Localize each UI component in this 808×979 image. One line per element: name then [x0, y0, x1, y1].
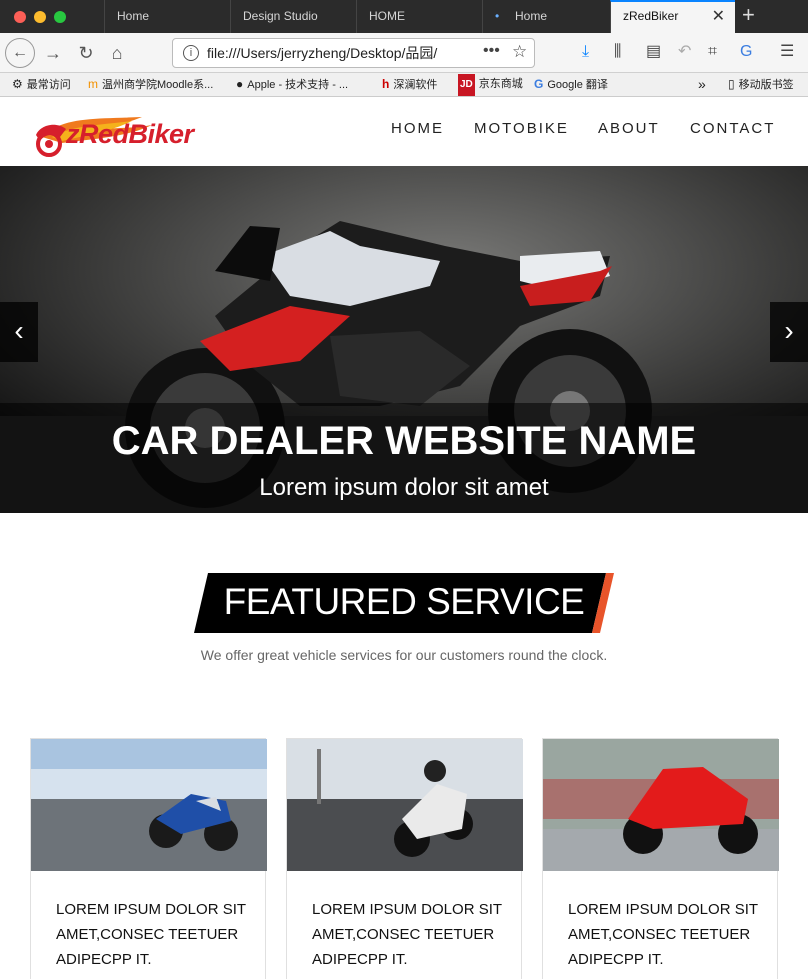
back-button[interactable]: ←	[5, 38, 35, 68]
loading-dot-icon: •	[495, 9, 500, 23]
url-bar[interactable]: i file:///Users/jerryzheng/Desktop/品园/ •…	[172, 38, 535, 68]
card-text: LOREM IPSUM DOLOR SIT AMET,CONSEC TEETUE…	[312, 901, 502, 968]
site-logo[interactable]: zRedBiker	[32, 107, 222, 157]
bookmark-label: 最常访问	[26, 79, 71, 91]
home-button[interactable]: ⌂	[106, 39, 128, 67]
tab-label: zRedBiker	[623, 9, 679, 23]
more-bookmarks-chevron-icon[interactable]: »	[698, 73, 706, 97]
card-image-red-motorcycle	[543, 739, 779, 871]
bookmark-label: 温州商学院Moodle系...	[102, 79, 214, 91]
tab-label: Home	[117, 9, 150, 23]
card-image-blue-motorcycle	[31, 739, 267, 871]
close-tab-icon[interactable]: ✕	[712, 2, 725, 31]
featured-subtitle: We offer great vehicle services for our …	[200, 647, 608, 663]
bookmark-moodle[interactable]: m 温州商学院Moodle系...	[88, 73, 213, 97]
hero-slider: CAR DEALER WEBSITE NAME Lorem ipsum dolo…	[0, 166, 808, 513]
reload-button[interactable]: ↻	[75, 39, 97, 67]
close-window-button[interactable]	[14, 11, 26, 23]
bookmark-apple-support[interactable]: ● Apple - 技术支持 - ...	[236, 73, 348, 97]
logo-text: zRedBiker	[66, 119, 194, 149]
tab-zredbiker[interactable]: zRedBiker ✕	[610, 0, 735, 33]
site-header: zRedBiker HOME MOTOBIKE ABOUT CONTACT	[0, 97, 808, 166]
bookmark-label: 京东商城	[478, 78, 523, 90]
card-text: LOREM IPSUM DOLOR SIT AMET,CONSEC TEETUE…	[568, 901, 758, 968]
new-tab-button[interactable]: +	[742, 4, 755, 26]
gear-icon: ⚙	[12, 77, 23, 91]
browser-chrome: Home Design Studio HOME • Home zRedBiker ✕…	[0, 0, 808, 97]
zoom-window-button[interactable]	[54, 11, 66, 23]
slider-next-button[interactable]: ›	[770, 302, 808, 362]
website-viewport: zRedBiker HOME MOTOBIKE ABOUT CONTACT CA…	[0, 97, 808, 979]
moodle-icon: m	[88, 77, 98, 91]
bookmark-google-translate[interactable]: G Google 翻译	[534, 73, 608, 97]
bookmark-label: Apple - 技术支持 - ...	[247, 79, 349, 91]
menu-icon[interactable]: ☰	[780, 41, 794, 63]
tab-home-3[interactable]: • Home	[482, 0, 610, 33]
nav-motobike[interactable]: MOTOBIKE	[474, 97, 569, 166]
info-icon[interactable]: i	[183, 45, 199, 61]
service-card-1[interactable]: LOREM IPSUM DOLOR SIT AMET,CONSEC TEETUE…	[30, 738, 267, 979]
card-image-white-motorcycle	[287, 739, 523, 871]
library-icon[interactable]: ⫼	[614, 41, 621, 63]
navigation-toolbar: ← → ↻ ⌂ i file:///Users/jerryzheng/Deskt…	[0, 33, 808, 73]
apple-icon: ●	[236, 77, 244, 91]
tab-label: Home	[515, 9, 548, 23]
sidebar-icon[interactable]: ▤	[646, 41, 661, 63]
tab-home-2[interactable]: HOME	[356, 0, 484, 33]
bookmark-star-icon[interactable]: ☆	[512, 42, 527, 62]
page-actions-icon[interactable]: •••	[483, 42, 500, 60]
google-translate-icon: G	[534, 77, 544, 91]
bookmark-srun[interactable]: h 深澜软件	[382, 73, 437, 97]
bookmark-most-visited[interactable]: ⚙ 最常访问	[12, 73, 71, 97]
bookmark-label: 移动版书签	[738, 79, 794, 91]
featured-title: FEATURED SERVICE	[223, 581, 585, 622]
tab-label: HOME	[369, 9, 405, 23]
chevron-right-icon: ›	[784, 315, 794, 346]
service-card-2[interactable]: LOREM IPSUM DOLOR SIT AMET,CONSEC TEETUE…	[286, 738, 523, 979]
bookmarks-bar: ⚙ 最常访问 m 温州商学院Moodle系... ● Apple - 技术支持 - .…	[0, 73, 808, 97]
bookmark-label: 深澜软件	[393, 79, 438, 91]
tab-label: Design Studio	[243, 9, 318, 23]
forward-button[interactable]: →	[42, 39, 64, 67]
minimize-window-button[interactable]	[34, 11, 46, 23]
hero-title: CAR DEALER WEBSITE NAME	[111, 419, 697, 463]
slider-prev-button[interactable]: ‹	[0, 302, 38, 362]
card-text: LOREM IPSUM DOLOR SIT AMET,CONSEC TEETUE…	[56, 901, 246, 968]
jd-icon: JD	[458, 74, 475, 96]
translate-extension-icon[interactable]: G	[740, 41, 752, 63]
featured-service-section: FEATURED SERVICE We offer great vehicle …	[0, 513, 808, 979]
tab-home-1[interactable]: Home	[104, 0, 232, 33]
bookmark-label: Google 翻译	[547, 79, 608, 91]
chevron-left-icon: ‹	[14, 315, 24, 346]
bookmark-mobile[interactable]: ▯ 移动版书签	[728, 73, 794, 97]
nav-home[interactable]: HOME	[391, 97, 444, 166]
bookmark-jd[interactable]: JD 京东商城	[458, 73, 523, 97]
screenshot-crop-icon[interactable]: ⌗	[708, 41, 717, 63]
tab-design-studio[interactable]: Design Studio	[230, 0, 358, 33]
url-text[interactable]: file:///Users/jerryzheng/Desktop/品园/	[207, 39, 447, 67]
nav-contact[interactable]: CONTACT	[690, 97, 775, 166]
download-icon[interactable]: ⤓	[582, 41, 589, 63]
hero-subtitle: Lorem ipsum dolor sit amet	[259, 474, 549, 501]
tab-bar: Home Design Studio HOME • Home zRedBiker ✕…	[0, 0, 808, 33]
undo-icon[interactable]: ↶	[678, 41, 691, 63]
nav-about[interactable]: ABOUT	[598, 97, 660, 166]
service-card-3[interactable]: LOREM IPSUM DOLOR SIT AMET,CONSEC TEETUE…	[542, 738, 779, 979]
mobile-icon: ▯	[728, 77, 735, 91]
srun-icon: h	[382, 77, 390, 91]
